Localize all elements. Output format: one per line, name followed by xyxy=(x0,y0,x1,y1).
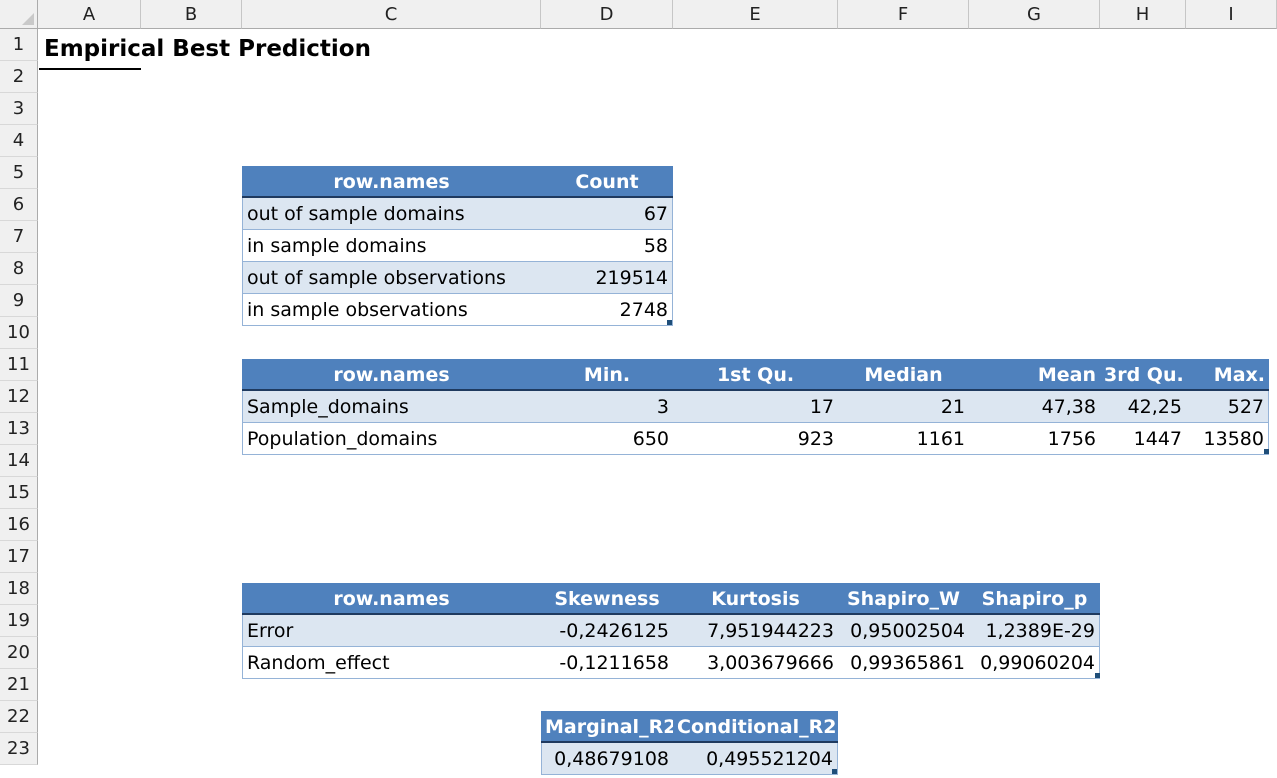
column-header-b[interactable]: B xyxy=(141,0,242,29)
table-header-cell[interactable]: Mean xyxy=(969,359,1100,391)
column-header-d[interactable]: D xyxy=(541,0,673,29)
row-header-10[interactable]: 10 xyxy=(0,317,38,349)
table-cell[interactable]: 650 xyxy=(541,423,673,455)
row-header-16[interactable]: 16 xyxy=(0,509,38,541)
table-resize-handle[interactable] xyxy=(1264,449,1269,454)
table-cell[interactable]: 58 xyxy=(541,230,673,262)
table-cell[interactable]: Random_effect xyxy=(242,647,541,679)
table-resize-handle[interactable] xyxy=(667,320,672,325)
row-header-2[interactable]: 2 xyxy=(0,61,38,93)
table-cell[interactable]: 7,951944223 xyxy=(673,615,838,647)
table-header-cell[interactable]: 3rd Qu. xyxy=(1100,359,1186,391)
table-cell[interactable]: out of sample observations xyxy=(242,262,541,294)
column-header-g[interactable]: G xyxy=(969,0,1100,29)
table-header-cell[interactable]: Shapiro_W xyxy=(838,583,969,615)
row-header-11[interactable]: 11 xyxy=(0,349,38,381)
row-header-23[interactable]: 23 xyxy=(0,733,38,765)
table-cell[interactable]: out of sample domains xyxy=(242,198,541,230)
table-cell[interactable]: 13580 xyxy=(1186,423,1269,455)
table-cell[interactable]: 1756 xyxy=(969,423,1100,455)
table-header-cell[interactable]: Min. xyxy=(541,359,673,391)
table-header-cell[interactable]: Conditional_R2 xyxy=(673,711,838,743)
row-header-9[interactable]: 9 xyxy=(0,285,38,317)
table-header-cell[interactable]: row.names xyxy=(242,166,541,198)
table-cell[interactable]: 17 xyxy=(673,391,838,423)
row-header-18[interactable]: 18 xyxy=(0,573,38,605)
table-cell[interactable]: 3 xyxy=(541,391,673,423)
table-cell[interactable]: 527 xyxy=(1186,391,1269,423)
table-cell[interactable]: -0,1211658 xyxy=(541,647,673,679)
table-cell[interactable]: 67 xyxy=(541,198,673,230)
table-cell[interactable]: 219514 xyxy=(541,262,673,294)
column-header-c[interactable]: C xyxy=(242,0,541,29)
table-cell[interactable]: 0,48679108 xyxy=(541,743,673,775)
table-cell[interactable]: 1161 xyxy=(838,423,969,455)
column-header-e[interactable]: E xyxy=(673,0,838,29)
table-cell[interactable]: 42,25 xyxy=(1100,391,1186,423)
select-all-triangle-icon xyxy=(22,13,34,25)
table-cell[interactable]: 0,99365861 xyxy=(838,647,969,679)
row-header-15[interactable]: 15 xyxy=(0,477,38,509)
row-header-1[interactable]: 1 xyxy=(0,29,38,61)
row-header-6[interactable]: 6 xyxy=(0,189,38,221)
row-header-19[interactable]: 19 xyxy=(0,605,38,637)
table-resize-handle[interactable] xyxy=(832,769,837,774)
table-cell[interactable]: Sample_domains xyxy=(242,391,541,423)
row-header-14[interactable]: 14 xyxy=(0,445,38,477)
table-header-cell[interactable]: Marginal_R2 xyxy=(541,711,673,743)
table-cell[interactable]: Population_domains xyxy=(242,423,541,455)
row-header-5[interactable]: 5 xyxy=(0,157,38,189)
table-cell[interactable]: 0,95002504 xyxy=(838,615,969,647)
table-header-cell[interactable]: Skewness xyxy=(541,583,673,615)
row-header-13[interactable]: 13 xyxy=(0,413,38,445)
table-cell[interactable]: in sample domains xyxy=(242,230,541,262)
column-header-i[interactable]: I xyxy=(1186,0,1277,29)
table-header-cell[interactable]: Kurtosis xyxy=(673,583,838,615)
row-header-7[interactable]: 7 xyxy=(0,221,38,253)
table-cell[interactable]: in sample observations xyxy=(242,294,541,326)
table-cell[interactable]: 0,99060204 xyxy=(969,647,1100,679)
table-resize-handle[interactable] xyxy=(1095,673,1100,678)
row-header-22[interactable]: 22 xyxy=(0,701,38,733)
table-header-cell[interactable]: row.names xyxy=(242,359,541,391)
table-header-cell[interactable]: Median xyxy=(838,359,969,391)
table-cell[interactable]: 1447 xyxy=(1100,423,1186,455)
column-header-f[interactable]: F xyxy=(838,0,969,29)
table-cell[interactable]: -0,2426125 xyxy=(541,615,673,647)
column-header-a[interactable]: A xyxy=(38,0,141,29)
table-cell[interactable]: 1,2389E-29 xyxy=(969,615,1100,647)
table-cell[interactable]: 3,003679666 xyxy=(673,647,838,679)
table-cell[interactable]: 47,38 xyxy=(969,391,1100,423)
column-header-h[interactable]: H xyxy=(1100,0,1186,29)
table-header-cell[interactable]: Max. xyxy=(1186,359,1269,391)
row-header-4[interactable]: 4 xyxy=(0,125,38,157)
table-header-cell[interactable]: 1st Qu. xyxy=(673,359,838,391)
table-cell[interactable]: 2748 xyxy=(541,294,673,326)
table-header-cell[interactable]: Count xyxy=(541,166,673,198)
selected-cell-indicator xyxy=(39,68,141,70)
table-cell[interactable]: 923 xyxy=(673,423,838,455)
sheet-title[interactable]: Empirical Best Prediction xyxy=(44,36,371,62)
table-cell[interactable]: 21 xyxy=(838,391,969,423)
row-header-21[interactable]: 21 xyxy=(0,669,38,701)
table-header-cell[interactable]: row.names xyxy=(242,583,541,615)
table-cell[interactable]: Error xyxy=(242,615,541,647)
select-all-corner[interactable] xyxy=(0,0,38,29)
row-header-8[interactable]: 8 xyxy=(0,253,38,285)
row-header-12[interactable]: 12 xyxy=(0,381,38,413)
row-header-20[interactable]: 20 xyxy=(0,637,38,669)
table-header-cell[interactable]: Shapiro_p xyxy=(969,583,1100,615)
row-header-17[interactable]: 17 xyxy=(0,541,38,573)
row-header-3[interactable]: 3 xyxy=(0,93,38,125)
table-cell[interactable]: 0,495521204 xyxy=(673,743,838,775)
